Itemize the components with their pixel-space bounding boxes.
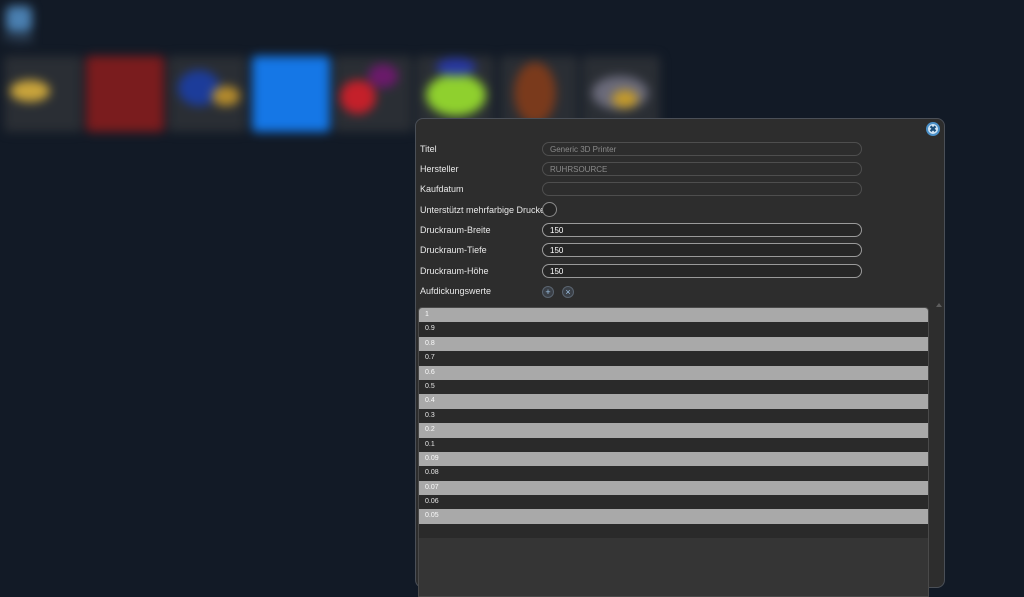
depth-row: Druckraum-Tiefe — [420, 242, 487, 258]
list-item[interactable]: 0.5 — [419, 379, 928, 395]
list-item[interactable]: 0.05 — [419, 509, 928, 524]
gallery-tile — [168, 56, 246, 132]
layer-values-row: Aufdickungswerte — [420, 283, 491, 299]
list-item[interactable]: 0.08 — [419, 466, 928, 481]
list-item[interactable]: 1 — [419, 308, 928, 323]
close-button[interactable]: ✖ — [926, 122, 940, 136]
multicolor-label: Unterstützt mehrfarbige Drucke — [420, 205, 546, 215]
purchase-date-row: Kaufdatum — [420, 181, 464, 197]
list-item[interactable]: 0.1 — [419, 437, 928, 452]
title-input[interactable] — [542, 142, 862, 156]
manufacturer-row: Hersteller — [420, 161, 459, 177]
list-item[interactable]: 0.07 — [419, 480, 928, 496]
list-item[interactable]: 0.8 — [419, 336, 928, 352]
list-item[interactable]: 0.3 — [419, 408, 928, 424]
printer-settings-dialog: ✖ Titel Hersteller Kaufdatum Unterstützt… — [415, 118, 945, 597]
list-item[interactable]: 0.06 — [419, 495, 928, 510]
width-row: Druckraum-Breite — [420, 222, 491, 238]
app-label: Projekte — [4, 34, 34, 43]
plus-icon: + — [545, 286, 551, 297]
multicolor-toggle[interactable] — [542, 202, 557, 217]
list-item[interactable]: 0.6 — [419, 365, 928, 380]
list-item[interactable]: 0.09 — [419, 451, 928, 467]
title-label: Titel — [420, 144, 437, 154]
list-empty-row — [419, 523, 928, 538]
gallery-tile — [86, 56, 164, 132]
x-icon: × — [565, 286, 571, 297]
layer-values-list[interactable]: 1 0.9 0.8 0.7 0.6 0.5 0.4 0.3 0.2 0.1 0.09 0.08 0.07… — [418, 307, 929, 597]
purchase-date-input[interactable] — [542, 182, 862, 196]
height-input[interactable] — [542, 264, 862, 278]
list-item[interactable]: 0.2 — [419, 423, 928, 438]
height-label: Druckraum-Höhe — [420, 266, 489, 276]
purchase-date-label: Kaufdatum — [420, 184, 464, 194]
list-item[interactable]: 0.9 — [419, 322, 928, 337]
layer-values-label: Aufdickungswerte — [420, 286, 492, 296]
width-label: Druckraum-Breite — [420, 225, 491, 235]
manufacturer-label: Hersteller — [420, 164, 459, 174]
app-icon — [6, 6, 32, 32]
manufacturer-input[interactable] — [542, 162, 862, 176]
remove-layer-value-button[interactable]: × — [562, 286, 574, 298]
list-item[interactable]: 0.4 — [419, 394, 928, 409]
gallery-tile — [4, 56, 82, 132]
multicolor-row: Unterstützt mehrfarbige Drucke — [420, 202, 545, 218]
gallery-tile — [334, 56, 412, 132]
height-row: Druckraum-Höhe — [420, 263, 489, 279]
depth-label: Druckraum-Tiefe — [420, 245, 487, 255]
depth-input[interactable] — [542, 243, 862, 257]
add-layer-value-button[interactable]: + — [542, 286, 554, 298]
gallery-tile — [252, 56, 330, 132]
scroll-up-icon[interactable] — [936, 303, 942, 307]
title-row: Titel — [420, 141, 437, 157]
list-item[interactable]: 0.7 — [419, 351, 928, 366]
width-input[interactable] — [542, 223, 862, 237]
